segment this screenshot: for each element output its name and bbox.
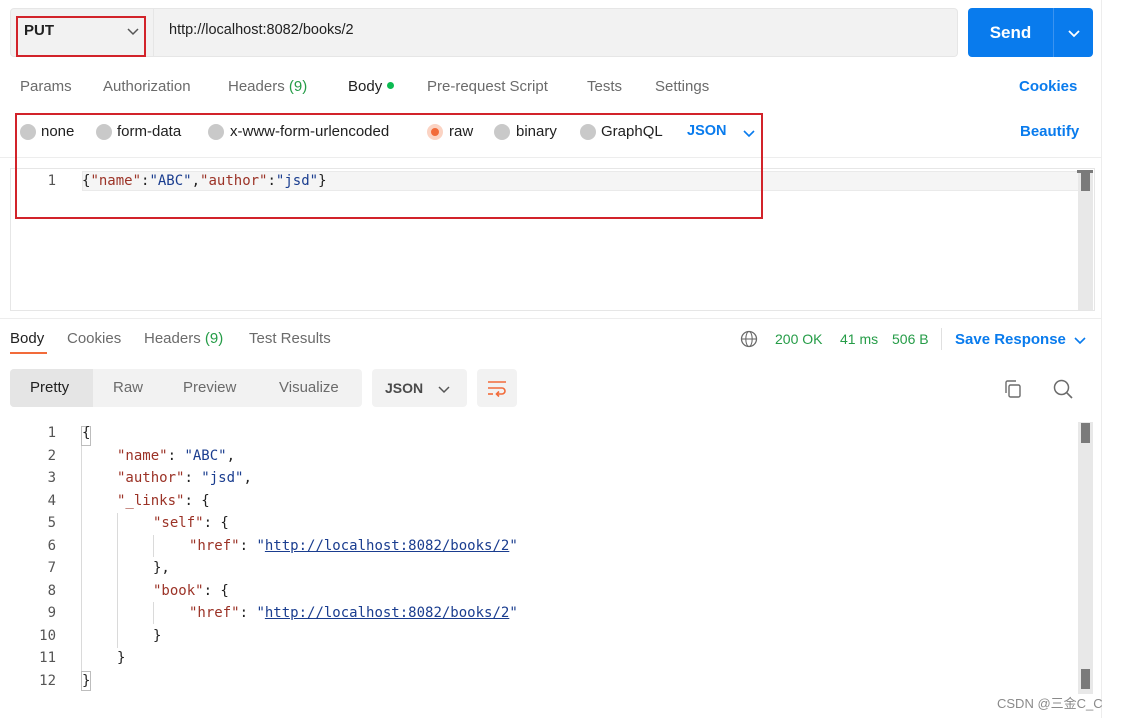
tab-headers[interactable]: Headers (9) xyxy=(228,78,307,95)
scroll-cap xyxy=(1077,170,1093,173)
response-tab-cookies[interactable]: Cookies xyxy=(67,330,121,347)
code-line: "_links": { xyxy=(117,493,210,509)
response-tab-headers[interactable]: Headers (9) xyxy=(144,330,223,347)
format-value: JSON xyxy=(385,380,424,396)
wrap-lines-icon xyxy=(488,381,506,398)
indent-guide xyxy=(153,602,154,624)
divider xyxy=(941,328,942,350)
send-options-button[interactable] xyxy=(1053,8,1093,57)
code-line: "self": { xyxy=(153,515,229,531)
href-link[interactable]: http://localhost:8082/books/2 xyxy=(265,538,509,554)
send-button[interactable]: Send xyxy=(968,8,1053,57)
view-raw[interactable]: Raw xyxy=(113,379,143,396)
response-tab-test-results[interactable]: Test Results xyxy=(249,330,331,347)
chevron-down-icon[interactable] xyxy=(1073,333,1087,347)
cookies-link[interactable]: Cookies xyxy=(1019,78,1077,95)
tab-authorization[interactable]: Authorization xyxy=(103,78,191,95)
active-tab-underline xyxy=(10,352,47,354)
tab-prerequest-script[interactable]: Pre-request Script xyxy=(427,78,548,95)
response-time[interactable]: 41 ms xyxy=(840,331,878,347)
line-number: 12 xyxy=(39,673,56,689)
code-line: } xyxy=(82,673,91,689)
view-pretty[interactable]: Pretty xyxy=(30,379,69,396)
request-scrollbar[interactable] xyxy=(1078,170,1093,310)
line-number: 2 xyxy=(47,448,56,464)
beautify-link[interactable]: Beautify xyxy=(1020,123,1079,140)
save-response-button[interactable]: Save Response xyxy=(955,331,1066,348)
chevron-down-icon xyxy=(1068,30,1080,38)
watermark: CSDN @三金C_C xyxy=(997,696,1103,711)
tab-params[interactable]: Params xyxy=(20,78,72,95)
status-code[interactable]: 200 OK xyxy=(775,331,822,347)
wrap-lines-button[interactable] xyxy=(477,369,517,407)
code-line: "book": { xyxy=(153,583,229,599)
code-line: }, xyxy=(153,560,170,576)
line-number: 11 xyxy=(39,650,56,666)
response-scrollbar[interactable] xyxy=(1078,422,1093,694)
pane-border xyxy=(1101,0,1102,718)
view-preview[interactable]: Preview xyxy=(183,379,236,396)
line-number: 3 xyxy=(47,470,56,486)
line-number: 5 xyxy=(47,515,56,531)
url-value: http://localhost:8082/books/2 xyxy=(169,22,354,38)
body-indicator-dot xyxy=(387,82,395,89)
href-link[interactable]: http://localhost:8082/books/2 xyxy=(265,605,509,621)
indent-guide xyxy=(81,446,82,671)
response-tab-body[interactable]: Body xyxy=(10,330,44,347)
headers-count: (9) xyxy=(288,78,308,95)
method-highlight-box xyxy=(16,16,146,57)
divider xyxy=(0,318,1101,319)
code-line: "href": "http://localhost:8082/books/2" xyxy=(189,538,518,554)
code-line: "author": "jsd", xyxy=(117,470,252,486)
request-scroll-thumb[interactable] xyxy=(1081,171,1090,191)
tab-body[interactable]: Body xyxy=(348,78,395,95)
indent-guide xyxy=(153,535,154,557)
line-number: 10 xyxy=(39,628,56,644)
search-icon[interactable] xyxy=(1052,378,1074,400)
chevron-down-icon xyxy=(438,386,450,394)
tab-headers-label: Headers xyxy=(228,78,285,95)
indent-guide xyxy=(117,513,118,648)
response-scroll-thumb-bottom[interactable] xyxy=(1081,669,1090,689)
view-visualize[interactable]: Visualize xyxy=(279,379,339,396)
line-number: 9 xyxy=(47,605,56,621)
globe-icon[interactable] xyxy=(740,330,758,348)
copy-icon[interactable] xyxy=(1003,379,1023,399)
response-size[interactable]: 506 B xyxy=(892,331,929,347)
code-line: "href": "http://localhost:8082/books/2" xyxy=(189,605,518,621)
line-number: 8 xyxy=(47,583,56,599)
line-number: 1 xyxy=(47,425,56,441)
tab-tests[interactable]: Tests xyxy=(587,78,622,95)
response-scroll-thumb-top[interactable] xyxy=(1081,423,1090,443)
body-highlight-box xyxy=(15,113,763,219)
tab-settings[interactable]: Settings xyxy=(655,78,709,95)
code-line: { xyxy=(82,425,91,441)
response-headers-count: (9) xyxy=(204,330,224,347)
line-number: 4 xyxy=(47,493,56,509)
code-line: "name": "ABC", xyxy=(117,448,236,464)
code-line: } xyxy=(117,650,126,666)
response-tab-headers-label: Headers xyxy=(144,330,201,347)
line-number: 6 xyxy=(47,538,56,554)
tab-body-label: Body xyxy=(348,78,383,95)
code-line: } xyxy=(153,628,162,644)
line-number: 7 xyxy=(47,560,56,576)
